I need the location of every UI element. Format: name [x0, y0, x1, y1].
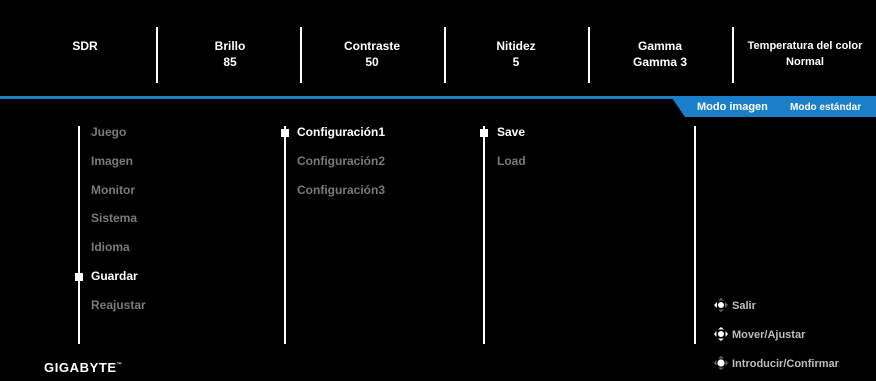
header-label: Gamma: [637, 39, 683, 53]
header-label: SDR: [72, 39, 98, 53]
header-brightness: Brillo 85: [160, 38, 300, 70]
header-label: Contraste: [343, 39, 400, 53]
selection-marker: [281, 129, 289, 137]
header-color-temperature: Temperatura del color Normal: [734, 38, 876, 70]
header-value: 50: [365, 55, 379, 69]
action-load[interactable]: Load: [497, 154, 526, 168]
menu-item-guardar[interactable]: Guardar: [91, 269, 138, 283]
actions-column-line: [483, 126, 485, 344]
header-value: 5: [512, 55, 520, 69]
menu-item-idioma[interactable]: Idioma: [91, 240, 130, 254]
joystick-press-icon: [714, 356, 728, 370]
header-divider: [156, 27, 158, 83]
submenu-item-config1[interactable]: Configuración1: [297, 125, 385, 139]
header-value: Normal: [786, 56, 824, 68]
header-label: Temperatura del color: [747, 40, 863, 52]
menu-item-imagen[interactable]: Imagen: [91, 154, 133, 168]
mode-tab-label: Modo imagen: [697, 101, 768, 113]
menu-item-monitor[interactable]: Monitor: [91, 183, 135, 197]
hint-move-adjust: Mover/Ajustar: [732, 329, 806, 341]
right-column-line: [694, 126, 696, 344]
submenu-item-config2[interactable]: Configuración2: [297, 154, 385, 168]
submenu-item-config3[interactable]: Configuración3: [297, 183, 385, 197]
header-sdr: SDR: [10, 38, 160, 54]
header-sharpness: Nitidez 5: [446, 38, 586, 70]
selection-marker: [480, 129, 488, 137]
header-gamma: Gamma Gamma 3: [590, 38, 730, 70]
hint-enter-confirm: Introducir/Confirmar: [732, 358, 839, 370]
gigabyte-logo: GIGABYTE™: [44, 360, 122, 375]
header-value: Gamma 3: [632, 55, 688, 69]
header-value: 85: [223, 55, 237, 69]
selection-marker: [75, 273, 83, 281]
mode-tab-value: Modo estándar: [790, 102, 862, 113]
header-label: Brillo: [214, 39, 246, 53]
action-save[interactable]: Save: [497, 125, 525, 139]
menu-column-line: [78, 126, 80, 344]
submenu-column-line: [284, 126, 286, 344]
joystick-move-icon: [714, 327, 728, 341]
header-label: Nitidez: [496, 39, 536, 53]
menu-item-reajustar[interactable]: Reajustar: [91, 298, 146, 312]
hint-exit: Salir: [732, 300, 756, 312]
menu-item-sistema[interactable]: Sistema: [91, 211, 137, 225]
osd-menu: SDR Brillo 85 Contraste 50 Nitidez 5 Gam…: [0, 0, 876, 381]
menu-item-juego[interactable]: Juego: [91, 125, 126, 139]
joystick-left-icon: [714, 298, 728, 312]
header-contrast: Contraste 50: [302, 38, 442, 70]
